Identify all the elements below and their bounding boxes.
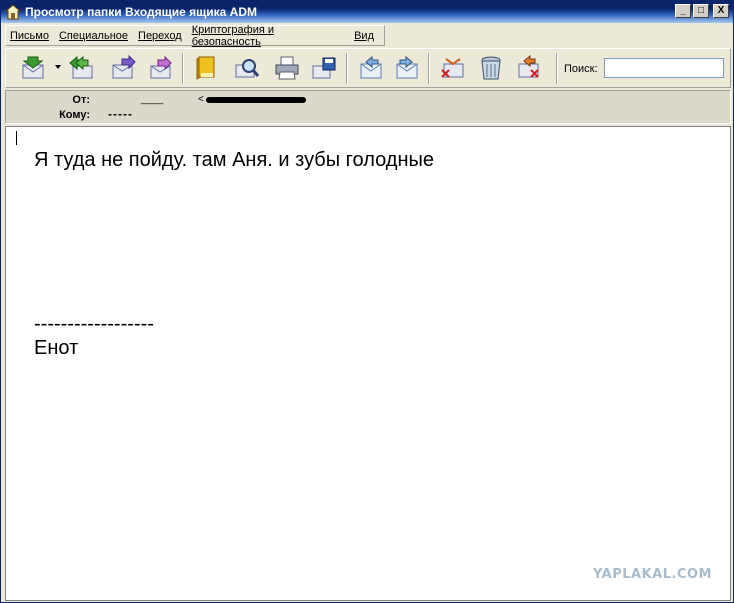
toolbar-separator [346, 53, 348, 84]
menu-item-view[interactable]: Вид [354, 30, 374, 42]
menu-item-special[interactable]: Специальное [59, 30, 128, 42]
prev-message-button[interactable] [356, 54, 386, 82]
toolbar-separator [182, 53, 184, 84]
prev-message-icon [360, 55, 382, 79]
get-mail-button[interactable] [18, 54, 48, 82]
redirect-button[interactable] [146, 54, 176, 82]
house-icon [5, 4, 21, 20]
signature: Енот [34, 337, 79, 359]
print-icon [275, 56, 299, 80]
redirect-icon [150, 55, 172, 79]
message-header: От: ____ < Кому: ----- [5, 90, 731, 124]
delete-permanent-icon [518, 55, 539, 78]
window-controls: _ □ X [675, 4, 729, 18]
search-input[interactable] [604, 58, 724, 78]
toolbar-separator [556, 53, 558, 84]
save-button[interactable] [309, 54, 339, 82]
window-title: Просмотр папки Входящие ящика ADM [25, 5, 258, 19]
trash-button[interactable] [476, 54, 506, 82]
minimize-button[interactable]: _ [675, 4, 691, 18]
search-label: Поиск: [564, 63, 598, 75]
toolbar: Поиск: [5, 48, 731, 88]
message-text: Я туда не пойду. там Аня. и зубы голодны… [34, 149, 435, 171]
text-caret [16, 131, 17, 145]
from-label: От: [72, 94, 90, 106]
address-book-button[interactable] [191, 54, 221, 82]
find-icon [235, 59, 260, 78]
menu-item-letter[interactable]: Письмо [10, 30, 49, 42]
delete-permanent-button[interactable] [514, 54, 544, 82]
toolbar-separator [428, 53, 430, 84]
find-button[interactable] [232, 54, 262, 82]
maximize-button[interactable]: □ [693, 4, 709, 18]
forward-icon [112, 55, 136, 79]
close-button[interactable]: X [713, 4, 729, 18]
chevron-down-icon[interactable] [55, 65, 61, 69]
save-icon [312, 57, 336, 79]
message-body[interactable]: Я туда не пойду. там Аня. и зубы голодны… [5, 126, 731, 601]
redacted-email [206, 97, 306, 103]
mail-window: Просмотр папки Входящие ящика ADM _ □ X … [0, 0, 734, 603]
reply-all-icon [69, 55, 93, 79]
menu-item-goto[interactable]: Переход [138, 30, 182, 42]
from-name[interactable]: ____ [141, 94, 163, 105]
from-email-bracket: < [198, 94, 204, 105]
next-message-button[interactable] [392, 54, 422, 82]
menu-item-crypto[interactable]: Криптография и безопасность [192, 24, 344, 48]
forward-button[interactable] [108, 54, 138, 82]
site-watermark: YAPLAKAL.COM [593, 567, 712, 582]
signature-separator: ------------------ [34, 313, 154, 335]
to-value[interactable]: ----- [108, 107, 133, 121]
trash-icon [481, 56, 501, 80]
address-book-icon [196, 56, 215, 80]
get-mail-icon [22, 56, 44, 79]
print-button[interactable] [272, 54, 302, 82]
menu-bar: Письмо Специальное Переход Криптография … [5, 24, 385, 48]
reply-all-button[interactable] [66, 54, 96, 82]
to-label: Кому: [59, 109, 90, 121]
title-bar[interactable]: Просмотр папки Входящие ящика ADM _ □ X [1, 1, 733, 23]
next-message-icon [396, 55, 418, 79]
delete-message-icon [441, 58, 464, 78]
delete-message-button[interactable] [438, 54, 468, 82]
